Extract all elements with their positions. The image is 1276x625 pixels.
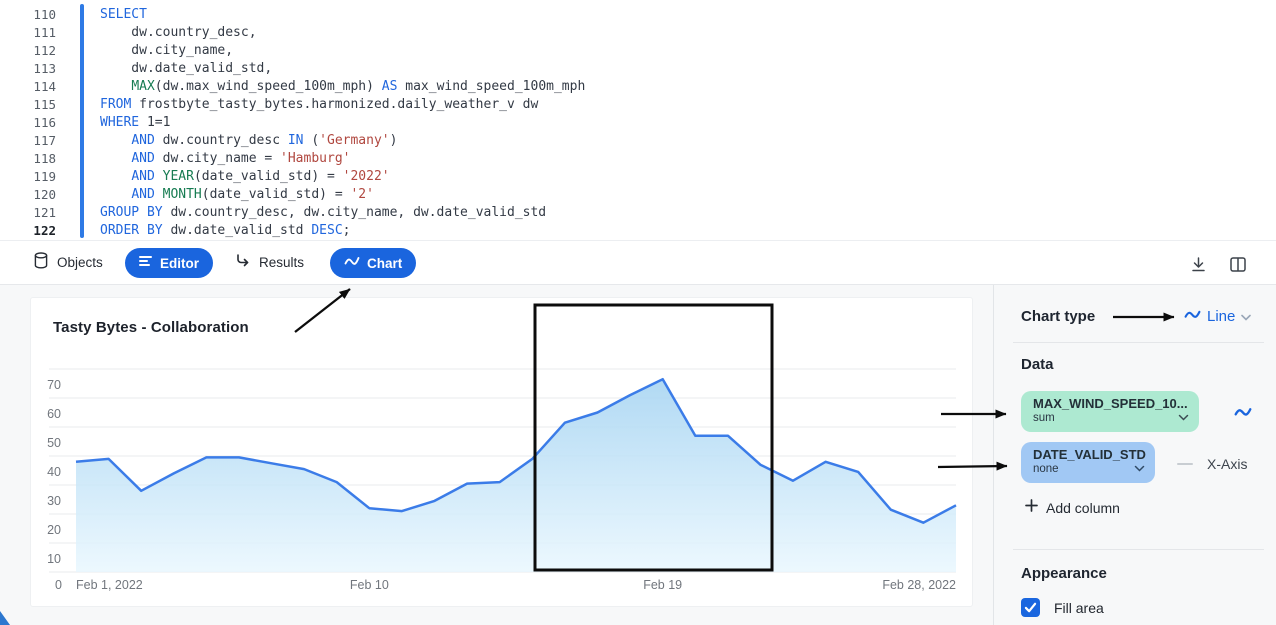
database-icon: [34, 252, 48, 274]
return-arrow-icon: [235, 253, 250, 272]
fill-area-checkbox[interactable]: [1021, 598, 1040, 617]
svg-text:40: 40: [47, 465, 61, 479]
chart-tab-button[interactable]: Chart: [330, 248, 416, 278]
split-view-button[interactable]: [1225, 251, 1251, 277]
line-squiggle-icon: [1184, 307, 1201, 326]
objects-button[interactable]: Objects: [34, 241, 103, 284]
svg-text:20: 20: [47, 523, 61, 537]
editor-lines-icon: [139, 254, 153, 272]
code-line: 118 AND dw.city_name = 'Hamburg': [0, 150, 1276, 168]
code-line: 117 AND dw.country_desc IN ('Germany'): [0, 132, 1276, 150]
code-line: 119 AND YEAR(date_valid_std) = '2022': [0, 168, 1276, 186]
x-column-selector[interactable]: DATE_VALID_STD none: [1021, 442, 1155, 483]
divider: [1013, 549, 1264, 550]
line-chart-icon: [344, 254, 360, 272]
code-line: 120 AND MONTH(date_valid_std) = '2': [0, 186, 1276, 204]
appearance-heading: Appearance: [1021, 565, 1107, 582]
chart-card: 0 10 20 30 40 50 60 70 Feb 1, 2022 Feb 10 Feb 19 Fe…: [30, 297, 973, 607]
chart-type-dropdown[interactable]: Line: [1184, 307, 1251, 326]
wind-speed-line-chart: 0 10 20 30 40 50 60 70 Feb 1, 2022 Feb 10 Feb 19 Fe…: [31, 298, 972, 606]
add-column-button[interactable]: Add column: [1025, 499, 1120, 517]
download-results-button[interactable]: [1185, 251, 1211, 277]
svg-text:70: 70: [47, 378, 61, 392]
code-line: 111 dw.country_desc,: [0, 24, 1276, 42]
code-lines: 110SELECT111 dw.country_desc,112 dw.city…: [0, 6, 1276, 240]
svg-text:Feb 1, 2022: Feb 1, 2022: [76, 578, 143, 592]
y-column-selector[interactable]: MAX_WIND_SPEED_10... sum: [1021, 391, 1199, 432]
svg-text:30: 30: [47, 494, 61, 508]
fill-area-label: Fill area: [1054, 600, 1104, 616]
x-column-aggregation: none: [1033, 463, 1125, 475]
chart-pane: 0 10 20 30 40 50 60 70 Feb 1, 2022 Feb 10 Feb 19 Fe…: [0, 285, 1276, 625]
sql-editor[interactable]: 110SELECT111 dw.country_desc,112 dw.city…: [0, 0, 1276, 240]
fill-area-setting: Fill area: [1021, 598, 1104, 617]
x-axis-dash-icon: [1177, 463, 1193, 465]
add-column-label: Add column: [1046, 500, 1120, 516]
chart-config-panel: Chart type Line Data MAX_WIND_SPEED_10..…: [993, 285, 1276, 625]
code-line: 115FROM frostbyte_tasty_bytes.harmonized…: [0, 96, 1276, 114]
divider: [1013, 342, 1264, 343]
results-button[interactable]: Results: [235, 241, 304, 284]
x-column-name: DATE_VALID_STD: [1033, 447, 1125, 462]
code-line: 112 dw.city_name,: [0, 42, 1276, 60]
chevron-down-icon: [1241, 308, 1251, 326]
code-line: 114 MAX(dw.max_wind_speed_100m_mph) AS m…: [0, 78, 1276, 96]
editor-tab-button[interactable]: Editor: [125, 248, 213, 278]
svg-text:Feb 19: Feb 19: [643, 578, 682, 592]
svg-text:10: 10: [47, 552, 61, 566]
data-heading: Data: [1021, 356, 1054, 373]
plus-icon: [1025, 499, 1038, 517]
chart-label: Chart: [367, 256, 402, 271]
code-line: 110SELECT: [0, 6, 1276, 24]
editor-label: Editor: [160, 256, 199, 271]
svg-text:0: 0: [55, 578, 62, 592]
chevron-down-icon: [1178, 408, 1189, 426]
code-line: 113 dw.date_valid_std,: [0, 60, 1276, 78]
y-column-aggregation: sum: [1033, 412, 1169, 424]
objects-label: Objects: [57, 255, 103, 270]
svg-text:Feb 28, 2022: Feb 28, 2022: [882, 578, 956, 592]
y-column-name: MAX_WIND_SPEED_10...: [1033, 396, 1169, 411]
chevron-down-icon: [1134, 459, 1145, 477]
chart-type-heading: Chart type: [1021, 308, 1095, 325]
code-line: 116WHERE 1=1: [0, 114, 1276, 132]
chart-title: Tasty Bytes - Collaboration: [53, 319, 249, 336]
series-line-indicator-icon: [1234, 404, 1252, 424]
code-line: 121GROUP BY dw.country_desc, dw.city_nam…: [0, 204, 1276, 222]
results-label: Results: [259, 255, 304, 270]
x-axis-label: X-Axis: [1207, 456, 1247, 472]
svg-text:60: 60: [47, 407, 61, 421]
svg-text:50: 50: [47, 436, 61, 450]
svg-text:Feb 10: Feb 10: [350, 578, 389, 592]
chart-type-value: Line: [1207, 308, 1235, 325]
results-toolbar: Objects Editor Results Chart: [0, 240, 1276, 285]
code-line: 122ORDER BY dw.date_valid_std DESC;: [0, 222, 1276, 240]
